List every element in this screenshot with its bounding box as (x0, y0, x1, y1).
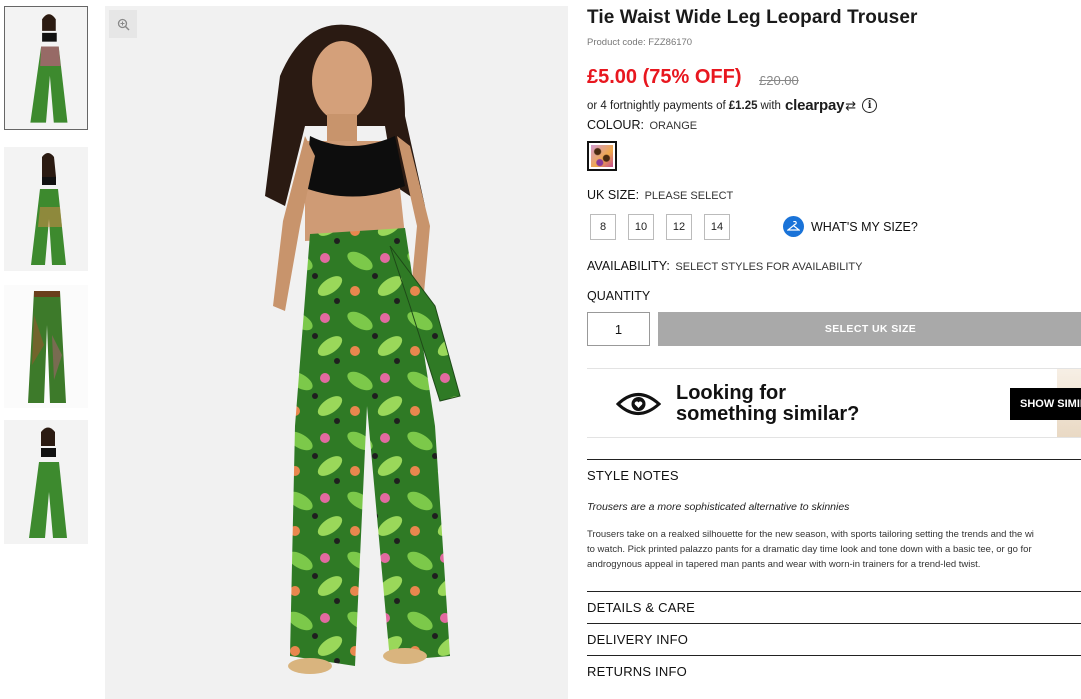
delivery-info-header[interactable]: DELIVERY INFO (587, 623, 1081, 647)
quantity-input[interactable]: 1 (587, 312, 650, 346)
eye-heart-icon (616, 393, 661, 415)
product-title: Tie Waist Wide Leg Leopard Trouser (587, 7, 918, 28)
thumbnail-gallery (4, 6, 88, 562)
thumbnail-image (5, 7, 87, 129)
style-notes-subtitle: Trousers are a more sophisticated altern… (587, 501, 850, 513)
clearpay-with: with (760, 99, 781, 112)
thumbnail-image (4, 285, 88, 408)
thumbnail-3[interactable] (4, 285, 88, 408)
style-notes-line: Trousers take on a realxed silhouette fo… (587, 529, 1034, 540)
zoom-in-icon[interactable] (109, 10, 137, 38)
colour-label: COLOUR: ORANGE (587, 118, 698, 132)
details-care-header[interactable]: DETAILS & CARE (587, 591, 1081, 615)
size-option-8[interactable]: 8 (590, 214, 616, 240)
size-option-10[interactable]: 10 (628, 214, 654, 240)
size-guide-label: WHAT'S MY SIZE? (811, 219, 918, 234)
sale-price: £5.00 (75% OFF) (587, 66, 742, 88)
model-photo (105, 6, 568, 699)
size-guide-link[interactable]: WHAT'S MY SIZE? (783, 216, 918, 237)
style-notes-line: androgynous appeal in tapered man pants … (587, 559, 981, 570)
style-notes-header[interactable]: STYLE NOTES (587, 459, 1081, 483)
style-notes-body: Trousers take on a realxed silhouette fo… (587, 527, 1081, 572)
colour-swatch-orange[interactable] (587, 141, 617, 171)
product-details-panel: Tie Waist Wide Leg Leopard Trouser Produ… (587, 0, 1081, 699)
clearpay-logo: clearpay (784, 97, 845, 114)
hanger-icon (783, 216, 804, 237)
size-value: PLEASE SELECT (644, 190, 734, 202)
select-size-button[interactable]: SELECT UK SIZE (658, 312, 1081, 346)
availability-label: AVAILABILITY: SELECT STYLES FOR AVAILABI… (587, 259, 863, 273)
product-code: Product code: FZZ86170 (587, 37, 693, 48)
thumbnail-1[interactable] (4, 6, 88, 130)
thumbnail-image (4, 420, 88, 544)
size-options: 8 10 12 14 (590, 214, 742, 240)
similar-heading: Looking for something similar? (676, 382, 860, 425)
size-label: UK SIZE: PLEASE SELECT (587, 188, 734, 202)
main-product-image[interactable] (105, 6, 568, 699)
thumbnail-4[interactable] (4, 420, 88, 544)
similar-banner: Looking for something similar? SHOW SIMI… (587, 368, 1081, 438)
size-option-14[interactable]: 14 (704, 214, 730, 240)
clearpay-amount: £1.25 (728, 99, 758, 112)
info-icon[interactable]: i (862, 98, 878, 113)
clearpay-prefix: or 4 fortnightly payments of (587, 99, 726, 112)
quantity-label: QUANTITY (587, 289, 651, 303)
original-price: £20.00 (759, 73, 799, 88)
clearpay-arrows-icon: ⇄ (845, 97, 857, 113)
size-option-12[interactable]: 12 (666, 214, 692, 240)
availability-value: SELECT STYLES FOR AVAILABILITY (675, 261, 863, 273)
show-similar-button[interactable]: SHOW SIMILAR (1010, 388, 1081, 420)
clearpay-installments: or 4 fortnightly payments of £1.25 with … (587, 97, 878, 114)
thumbnail-2[interactable] (4, 147, 88, 271)
returns-info-header[interactable]: RETURNS INFO (587, 655, 1081, 679)
colour-value: ORANGE (649, 120, 698, 132)
thumbnail-image (4, 147, 88, 271)
style-notes-line: to watch. Pick printed palazzo pants for… (587, 544, 1032, 555)
